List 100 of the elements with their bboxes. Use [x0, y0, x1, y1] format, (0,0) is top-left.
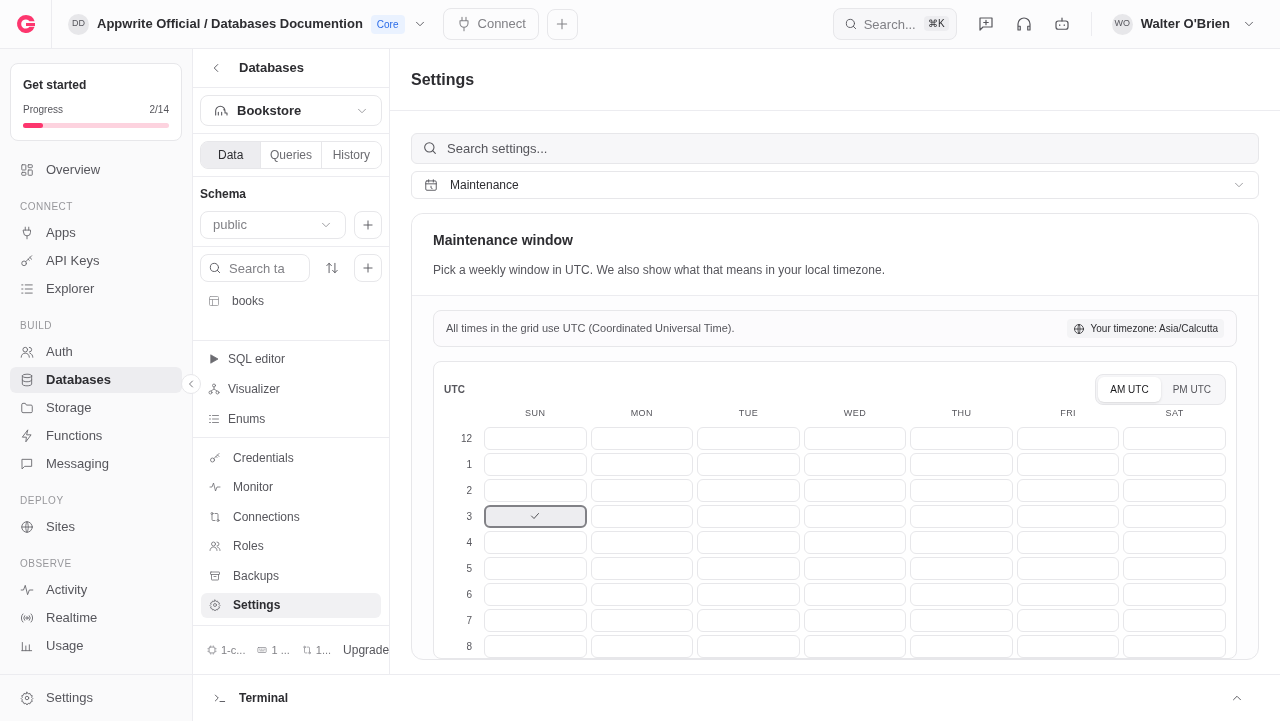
nav-item[interactable]: Usage	[10, 633, 182, 659]
hour-label: 6	[465, 587, 473, 602]
plug-icon	[20, 226, 34, 240]
section-select[interactable]: Maintenance	[411, 171, 1259, 199]
time-slot[interactable]	[484, 504, 587, 528]
feedback-button[interactable]	[976, 15, 995, 33]
tab[interactable]: History	[320, 142, 381, 168]
key-icon	[20, 254, 34, 268]
shortcut-hint: ⌘K	[924, 16, 949, 31]
assistant-button[interactable]	[1052, 15, 1071, 33]
add-table-button[interactable]	[354, 254, 382, 282]
user-menu[interactable]: WO Walter O'Brien	[1111, 13, 1256, 35]
menu-item[interactable]: Roles	[201, 533, 381, 559]
nav-item[interactable]: Sites	[10, 514, 182, 540]
support-button[interactable]	[1014, 15, 1033, 33]
connect-button[interactable]: Connect	[442, 8, 539, 40]
day-header: TUE	[737, 407, 760, 420]
day-header: THU	[950, 407, 973, 420]
grid-icon	[20, 163, 34, 177]
nav-item[interactable]: Storage	[10, 395, 182, 421]
table-item[interactable]: books	[200, 291, 382, 311]
tab[interactable]: Queries	[260, 142, 321, 168]
nav-item[interactable]: Settings	[10, 688, 103, 708]
connections-icon	[301, 645, 312, 655]
section-heading: Schema	[200, 186, 248, 203]
get-started-card[interactable]: Get started Progress 2/14	[10, 63, 182, 141]
tool-item[interactable]: Visualizer	[200, 379, 382, 399]
nav-item[interactable]: Auth	[10, 339, 182, 365]
key-icon	[209, 451, 221, 464]
bolt-icon	[20, 429, 34, 443]
section-label: OBSERVE	[19, 557, 73, 571]
menu-item[interactable]: Settings	[201, 592, 381, 618]
settings-icon	[209, 599, 221, 612]
settings-search-field[interactable]: Search settings...	[411, 133, 1259, 164]
collapse-button[interactable]	[181, 374, 201, 394]
database-select[interactable]: Bookstore	[200, 95, 382, 126]
search-icon	[843, 17, 858, 31]
nodes-icon	[208, 383, 220, 395]
table-icon	[208, 295, 220, 307]
keyboard-icon	[257, 645, 268, 655]
calendar-icon	[424, 178, 438, 192]
hour-label: 3	[465, 509, 473, 524]
card-title: Get started	[23, 77, 88, 94]
chat-icon	[20, 457, 34, 471]
progress-count: 2/14	[149, 103, 169, 117]
day-header: WED	[842, 407, 868, 420]
chip-icon	[207, 645, 217, 655]
archive-icon	[209, 569, 221, 582]
globe-icon	[20, 520, 34, 534]
usage-stat: 1 ...	[271, 642, 290, 658]
tool-item[interactable]: Enums	[200, 409, 382, 429]
settings-icon	[20, 691, 34, 705]
add-button[interactable]	[546, 8, 578, 40]
hour-label: 2	[465, 483, 473, 498]
user-avatar: WO	[1111, 13, 1133, 35]
bar-chart-icon	[20, 639, 34, 653]
sort-icon	[325, 261, 340, 275]
period-toggle[interactable]: PM UTC	[1160, 377, 1223, 402]
menu-item[interactable]: Connections	[201, 504, 381, 530]
nav-item[interactable]: Activity	[10, 577, 182, 603]
day-header: SAT	[1164, 407, 1185, 420]
table-search-field[interactable]: Search ta	[200, 254, 311, 282]
list-icon	[20, 282, 34, 296]
usage-stat: 1...	[315, 642, 332, 658]
project-title: Appwrite Official / Databases Documention	[97, 15, 363, 34]
broadcast-icon	[20, 611, 34, 625]
connections-icon	[209, 510, 221, 523]
robot-icon	[1052, 15, 1071, 33]
hour-label: 1	[465, 457, 473, 472]
tool-item[interactable]: SQL editor	[200, 349, 382, 369]
nav-item[interactable]: Apps	[10, 220, 182, 246]
list-icon	[208, 413, 220, 425]
play-icon	[208, 353, 220, 365]
add-schema-button[interactable]	[354, 211, 382, 239]
hour-label: 12	[459, 431, 473, 446]
menu-item[interactable]: Credentials	[201, 445, 381, 471]
progress-label: Progress	[23, 103, 63, 117]
search-icon	[422, 140, 438, 156]
folder-icon	[20, 401, 34, 415]
nav-item[interactable]: API Keys	[10, 248, 182, 274]
tab[interactable]: Data	[201, 142, 261, 168]
nav-item[interactable]: Functions	[10, 423, 182, 449]
hour-label: 4	[465, 535, 473, 550]
nav-item[interactable]: Realtime	[10, 605, 182, 631]
menu-item[interactable]: Monitor	[201, 474, 381, 500]
users-icon	[209, 540, 221, 553]
schema-select[interactable]: public	[200, 211, 346, 239]
plus-icon	[361, 261, 376, 275]
hour-label: 5	[465, 561, 473, 576]
headset-icon	[1014, 15, 1033, 33]
upgrade-link[interactable]: Upgrade	[343, 641, 390, 659]
period-toggle[interactable]: AM UTC	[1098, 377, 1161, 402]
nav-item[interactable]: Messaging	[10, 451, 182, 477]
plus-icon	[361, 218, 375, 232]
avatar: DD	[68, 13, 89, 35]
nav-item[interactable]: Overview	[10, 157, 182, 183]
menu-item[interactable]: Backups	[201, 563, 381, 589]
grid-label: UTC	[444, 383, 466, 397]
nav-item[interactable]: Explorer	[10, 276, 182, 302]
nav-item[interactable]: Databases	[10, 367, 182, 393]
